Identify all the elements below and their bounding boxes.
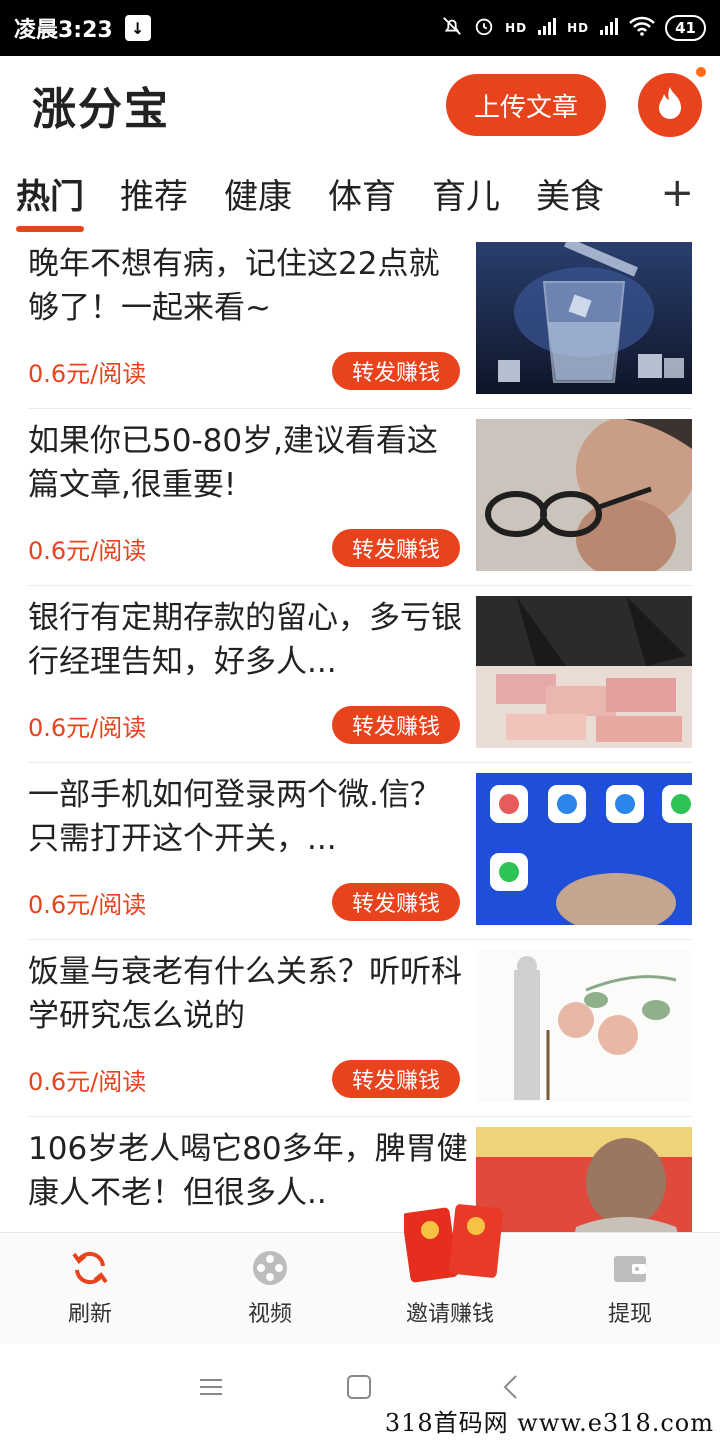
article-thumbnail[interactable] — [476, 242, 692, 394]
signal-bars-icon — [599, 16, 619, 41]
hot-button[interactable] — [638, 65, 708, 137]
status-bar: 凌晨3:23 ↓ HD HD 41 — [0, 0, 720, 56]
article-price: 0.6元/阅读 — [28, 360, 147, 388]
system-navigation: 318首码网 www.e318.com — [0, 1344, 720, 1440]
tab-hot[interactable]: 热门 — [16, 154, 84, 232]
article-price: 0.6元/阅读 — [28, 1068, 147, 1096]
tab-recommend[interactable]: 推荐 — [120, 154, 188, 232]
share-earn-button[interactable]: 转发赚钱 — [332, 706, 460, 744]
status-time: 凌晨3:23 — [14, 18, 113, 43]
article-title[interactable]: 一部手机如何登录两个微.信？只需打开这个开关，... — [28, 773, 468, 861]
share-earn-button[interactable]: 转发赚钱 — [332, 883, 460, 921]
category-tabs: 热门 推荐 健康 体育 育儿 美食 + — [0, 154, 720, 232]
notification-dot — [694, 65, 708, 79]
article-title[interactable]: 如果你已50-80岁,建议看看这篇文章,很重要! — [28, 419, 468, 507]
signal-hd-1: HD — [505, 21, 528, 35]
nav-withdraw-label: 提现 — [607, 1302, 652, 1327]
article-item[interactable]: 晚年不想有病，记住这22点就够了！一起来看~ 0.6元/阅读 转发赚钱 — [28, 232, 692, 409]
tab-sports[interactable]: 体育 — [328, 154, 396, 232]
add-tab-button[interactable]: + — [660, 154, 694, 232]
nav-refresh[interactable]: 刷新 — [0, 1233, 180, 1344]
share-earn-button[interactable]: 转发赚钱 — [332, 1060, 460, 1098]
article-item[interactable]: 一部手机如何登录两个微.信？只需打开这个开关，... 0.6元/阅读 转发赚钱 — [28, 763, 692, 940]
battery-indicator: 41 — [665, 15, 706, 41]
tab-parenting[interactable]: 育儿 — [432, 154, 500, 232]
article-title[interactable]: 106岁老人喝它80多年，脾胃健康人不老！但很多人.. — [28, 1127, 468, 1215]
nav-video[interactable]: 视频 — [180, 1233, 360, 1344]
article-feed: 晚年不想有病，记住这22点就够了！一起来看~ 0.6元/阅读 转发赚钱 如果你已… — [28, 232, 692, 1232]
alarm-icon — [473, 15, 495, 42]
download-icon: ↓ — [124, 15, 151, 41]
article-price: 0.6元/阅读 — [28, 714, 147, 742]
article-item[interactable]: 106岁老人喝它80多年，脾胃健康人不老！但很多人.. — [28, 1117, 692, 1232]
nav-withdraw[interactable]: 提现 — [540, 1233, 720, 1344]
status-icons: HD HD 41 — [441, 15, 706, 42]
video-reel-icon — [248, 1246, 292, 1290]
bottom-navigation: 刷新 视频 邀请赚钱 提现 — [0, 1232, 720, 1344]
app-title: 涨分宝 — [32, 84, 170, 135]
article-title[interactable]: 晚年不想有病，记住这22点就够了！一起来看~ — [28, 242, 468, 330]
article-price: 0.6元/阅读 — [28, 537, 147, 565]
menu-icon[interactable] — [198, 1374, 224, 1407]
refresh-icon — [68, 1246, 112, 1290]
share-earn-button[interactable]: 转发赚钱 — [332, 352, 460, 390]
upload-article-button[interactable]: 上传文章 — [446, 74, 606, 136]
wifi-icon — [629, 16, 656, 41]
article-thumbnail[interactable] — [476, 1127, 692, 1232]
watermark-text: 318首码网 www.e318.com — [384, 1409, 714, 1437]
wallet-icon — [608, 1246, 652, 1290]
nav-invite-label: 邀请赚钱 — [405, 1302, 494, 1327]
article-price: 0.6元/阅读 — [28, 891, 147, 919]
tab-health[interactable]: 健康 — [224, 154, 292, 232]
signal-bars-icon — [537, 16, 557, 41]
tab-food[interactable]: 美食 — [536, 154, 604, 232]
red-packet-icon[interactable] — [402, 1196, 504, 1296]
article-title[interactable]: 银行有定期存款的留心，多亏银行经理告知，好多人... — [28, 596, 468, 684]
article-item[interactable]: 如果你已50-80岁,建议看看这篇文章,很重要! 0.6元/阅读 转发赚钱 — [28, 409, 692, 586]
bell-off-icon — [441, 15, 463, 42]
article-title[interactable]: 饭量与衰老有什么关系？听听科学研究怎么说的 — [28, 950, 468, 1038]
article-thumbnail[interactable] — [476, 419, 692, 571]
article-item[interactable]: 饭量与衰老有什么关系？听听科学研究怎么说的 0.6元/阅读 转发赚钱 — [28, 940, 692, 1117]
article-thumbnail[interactable] — [476, 596, 692, 748]
article-thumbnail[interactable] — [476, 950, 692, 1102]
nav-refresh-label: 刷新 — [67, 1302, 112, 1327]
article-item[interactable]: 银行有定期存款的留心，多亏银行经理告知，好多人... 0.6元/阅读 转发赚钱 — [28, 586, 692, 763]
home-icon[interactable] — [346, 1374, 372, 1407]
nav-video-label: 视频 — [247, 1302, 292, 1327]
app-header: 涨分宝 上传文章 — [0, 56, 720, 154]
article-thumbnail[interactable] — [476, 773, 692, 925]
fire-icon — [655, 85, 685, 125]
share-earn-button[interactable]: 转发赚钱 — [332, 529, 460, 567]
signal-hd-2: HD — [567, 21, 590, 35]
